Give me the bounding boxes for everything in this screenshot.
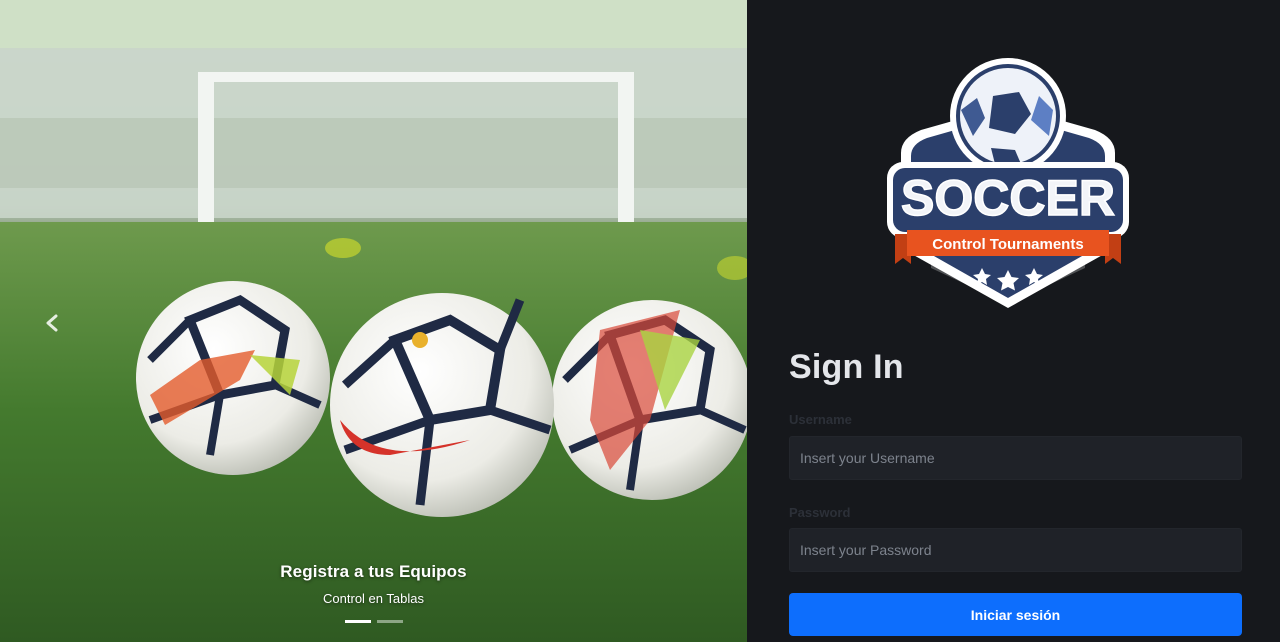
- logo-ribbon-text: Control Tournaments: [932, 236, 1083, 253]
- password-label: Password: [789, 505, 851, 520]
- soccer-logo: SOCCER Control Tournaments: [881, 58, 1135, 314]
- caption-text: Control en Tablas: [323, 591, 424, 606]
- username-input[interactable]: [789, 436, 1242, 480]
- carousel-caption: Registra a tus Equipos Control en Tablas: [0, 562, 747, 606]
- sign-in-button[interactable]: Iniciar sesión: [789, 593, 1242, 636]
- carousel-indicators: [0, 620, 747, 623]
- carousel-slide-image: [0, 0, 747, 642]
- login-page: Registra a tus Equipos Control en Tablas: [0, 0, 1280, 642]
- page-title: Sign In: [789, 348, 904, 386]
- ball-left: [136, 281, 330, 475]
- ball-center: [330, 293, 554, 517]
- chevron-left-icon: [46, 314, 58, 332]
- username-label: Username: [789, 412, 852, 427]
- login-panel: SOCCER Control Tournaments Sign In Usern…: [747, 0, 1280, 642]
- carousel-prev-button[interactable]: [38, 306, 66, 340]
- carousel-indicator-1[interactable]: [344, 620, 371, 623]
- carousel-indicator-2[interactable]: [376, 620, 403, 623]
- caption-title: Registra a tus Equipos: [280, 562, 467, 581]
- ball-right: [552, 300, 747, 500]
- logo-wordmark: SOCCER: [901, 170, 1115, 226]
- image-carousel: Registra a tus Equipos Control en Tablas: [0, 0, 747, 642]
- password-input[interactable]: [789, 528, 1242, 572]
